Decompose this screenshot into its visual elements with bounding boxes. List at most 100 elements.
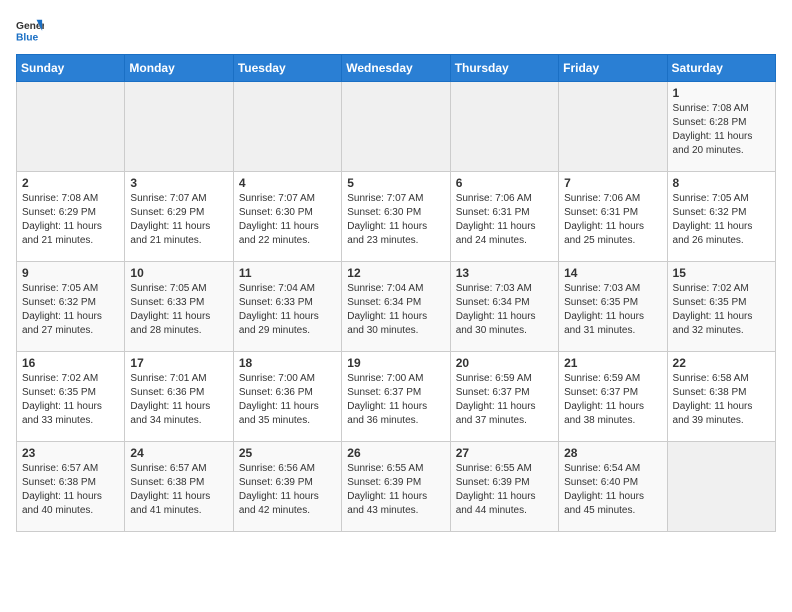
day-number: 11 [239, 266, 336, 280]
day-number: 16 [22, 356, 119, 370]
day-info: Sunrise: 6:58 AM Sunset: 6:38 PM Dayligh… [673, 372, 770, 428]
day-info: Sunrise: 7:05 AM Sunset: 6:33 PM Dayligh… [130, 282, 227, 338]
calendar-cell [342, 82, 450, 172]
day-number: 8 [673, 176, 770, 190]
day-number: 6 [456, 176, 553, 190]
day-info: Sunrise: 6:59 AM Sunset: 6:37 PM Dayligh… [564, 372, 661, 428]
calendar-cell: 3 Sunrise: 7:07 AM Sunset: 6:29 PM Daylig… [125, 172, 233, 262]
day-info: Sunrise: 7:08 AM Sunset: 6:28 PM Dayligh… [673, 102, 770, 158]
calendar-cell: 22 Sunrise: 6:58 AM Sunset: 6:38 PM Dayli… [667, 352, 775, 442]
day-number: 19 [347, 356, 444, 370]
calendar-cell: 15 Sunrise: 7:02 AM Sunset: 6:35 PM Dayli… [667, 262, 775, 352]
weekday-header-tuesday: Tuesday [233, 55, 341, 82]
day-number: 15 [673, 266, 770, 280]
page-header: General Blue [16, 16, 776, 44]
day-info: Sunrise: 7:04 AM Sunset: 6:33 PM Dayligh… [239, 282, 336, 338]
logo: General Blue [16, 16, 44, 44]
day-info: Sunrise: 7:07 AM Sunset: 6:29 PM Dayligh… [130, 192, 227, 248]
day-info: Sunrise: 7:04 AM Sunset: 6:34 PM Dayligh… [347, 282, 444, 338]
day-info: Sunrise: 6:59 AM Sunset: 6:37 PM Dayligh… [456, 372, 553, 428]
day-number: 24 [130, 446, 227, 460]
day-number: 1 [673, 86, 770, 100]
calendar-cell: 7 Sunrise: 7:06 AM Sunset: 6:31 PM Daylig… [559, 172, 667, 262]
calendar-cell: 27 Sunrise: 6:55 AM Sunset: 6:39 PM Dayli… [450, 442, 558, 532]
day-number: 25 [239, 446, 336, 460]
day-info: Sunrise: 7:05 AM Sunset: 6:32 PM Dayligh… [673, 192, 770, 248]
day-number: 21 [564, 356, 661, 370]
day-info: Sunrise: 7:03 AM Sunset: 6:35 PM Dayligh… [564, 282, 661, 338]
calendar-cell: 11 Sunrise: 7:04 AM Sunset: 6:33 PM Dayli… [233, 262, 341, 352]
day-info: Sunrise: 7:05 AM Sunset: 6:32 PM Dayligh… [22, 282, 119, 338]
day-info: Sunrise: 7:02 AM Sunset: 6:35 PM Dayligh… [22, 372, 119, 428]
day-number: 5 [347, 176, 444, 190]
calendar-cell: 17 Sunrise: 7:01 AM Sunset: 6:36 PM Dayli… [125, 352, 233, 442]
weekday-header-wednesday: Wednesday [342, 55, 450, 82]
day-info: Sunrise: 7:07 AM Sunset: 6:30 PM Dayligh… [239, 192, 336, 248]
day-info: Sunrise: 6:55 AM Sunset: 6:39 PM Dayligh… [456, 462, 553, 518]
day-number: 18 [239, 356, 336, 370]
weekday-header-friday: Friday [559, 55, 667, 82]
logo-icon: General Blue [16, 16, 44, 44]
day-number: 27 [456, 446, 553, 460]
day-info: Sunrise: 6:54 AM Sunset: 6:40 PM Dayligh… [564, 462, 661, 518]
day-info: Sunrise: 7:01 AM Sunset: 6:36 PM Dayligh… [130, 372, 227, 428]
day-number: 17 [130, 356, 227, 370]
day-number: 23 [22, 446, 119, 460]
calendar-cell [559, 82, 667, 172]
day-info: Sunrise: 7:02 AM Sunset: 6:35 PM Dayligh… [673, 282, 770, 338]
day-number: 7 [564, 176, 661, 190]
calendar-cell: 20 Sunrise: 6:59 AM Sunset: 6:37 PM Dayli… [450, 352, 558, 442]
calendar-cell: 16 Sunrise: 7:02 AM Sunset: 6:35 PM Dayli… [17, 352, 125, 442]
day-info: Sunrise: 6:55 AM Sunset: 6:39 PM Dayligh… [347, 462, 444, 518]
calendar-cell: 10 Sunrise: 7:05 AM Sunset: 6:33 PM Dayli… [125, 262, 233, 352]
weekday-header-sunday: Sunday [17, 55, 125, 82]
calendar-cell: 12 Sunrise: 7:04 AM Sunset: 6:34 PM Dayli… [342, 262, 450, 352]
day-number: 12 [347, 266, 444, 280]
calendar-cell: 6 Sunrise: 7:06 AM Sunset: 6:31 PM Daylig… [450, 172, 558, 262]
calendar-cell: 9 Sunrise: 7:05 AM Sunset: 6:32 PM Daylig… [17, 262, 125, 352]
weekday-header-thursday: Thursday [450, 55, 558, 82]
day-info: Sunrise: 7:06 AM Sunset: 6:31 PM Dayligh… [564, 192, 661, 248]
calendar-table: SundayMondayTuesdayWednesdayThursdayFrid… [16, 54, 776, 532]
day-info: Sunrise: 7:00 AM Sunset: 6:36 PM Dayligh… [239, 372, 336, 428]
day-number: 14 [564, 266, 661, 280]
calendar-cell: 19 Sunrise: 7:00 AM Sunset: 6:37 PM Dayli… [342, 352, 450, 442]
weekday-header-monday: Monday [125, 55, 233, 82]
calendar-cell: 1 Sunrise: 7:08 AM Sunset: 6:28 PM Daylig… [667, 82, 775, 172]
day-info: Sunrise: 7:07 AM Sunset: 6:30 PM Dayligh… [347, 192, 444, 248]
svg-text:Blue: Blue [16, 32, 39, 43]
calendar-cell: 25Sunrise: 6:56 AM Sunset: 6:39 PM Dayli… [233, 442, 341, 532]
day-number: 3 [130, 176, 227, 190]
day-number: 28 [564, 446, 661, 460]
calendar-cell: 28 Sunrise: 6:54 AM Sunset: 6:40 PM Dayli… [559, 442, 667, 532]
calendar-cell: 23 Sunrise: 6:57 AM Sunset: 6:38 PM Dayli… [17, 442, 125, 532]
day-info: Sunrise: 6:57 AM Sunset: 6:38 PM Dayligh… [22, 462, 119, 518]
calendar-cell [450, 82, 558, 172]
day-info: Sunrise: 7:08 AM Sunset: 6:29 PM Dayligh… [22, 192, 119, 248]
calendar-cell: 21 Sunrise: 6:59 AM Sunset: 6:37 PM Dayli… [559, 352, 667, 442]
calendar-cell [125, 82, 233, 172]
calendar-cell [17, 82, 125, 172]
day-number: 4 [239, 176, 336, 190]
day-number: 26 [347, 446, 444, 460]
day-info: Sunrise: 7:06 AM Sunset: 6:31 PM Dayligh… [456, 192, 553, 248]
calendar-cell: 2 Sunrise: 7:08 AM Sunset: 6:29 PM Daylig… [17, 172, 125, 262]
calendar-cell: 8 Sunrise: 7:05 AM Sunset: 6:32 PM Daylig… [667, 172, 775, 262]
day-number: 20 [456, 356, 553, 370]
day-number: 10 [130, 266, 227, 280]
calendar-cell: 5 Sunrise: 7:07 AM Sunset: 6:30 PM Daylig… [342, 172, 450, 262]
calendar-cell: 14 Sunrise: 7:03 AM Sunset: 6:35 PM Dayli… [559, 262, 667, 352]
day-number: 22 [673, 356, 770, 370]
day-number: 2 [22, 176, 119, 190]
day-info: Sunrise: 7:00 AM Sunset: 6:37 PM Dayligh… [347, 372, 444, 428]
day-number: 13 [456, 266, 553, 280]
calendar-cell [667, 442, 775, 532]
weekday-header-saturday: Saturday [667, 55, 775, 82]
calendar-cell: 26 Sunrise: 6:55 AM Sunset: 6:39 PM Dayli… [342, 442, 450, 532]
day-info: Sunrise: 7:03 AM Sunset: 6:34 PM Dayligh… [456, 282, 553, 338]
day-number: 9 [22, 266, 119, 280]
calendar-cell: 24 Sunrise: 6:57 AM Sunset: 6:38 PM Dayli… [125, 442, 233, 532]
calendar-cell: 18 Sunrise: 7:00 AM Sunset: 6:36 PM Dayli… [233, 352, 341, 442]
day-info: Sunrise: 6:57 AM Sunset: 6:38 PM Dayligh… [130, 462, 227, 518]
calendar-cell: 13 Sunrise: 7:03 AM Sunset: 6:34 PM Dayli… [450, 262, 558, 352]
